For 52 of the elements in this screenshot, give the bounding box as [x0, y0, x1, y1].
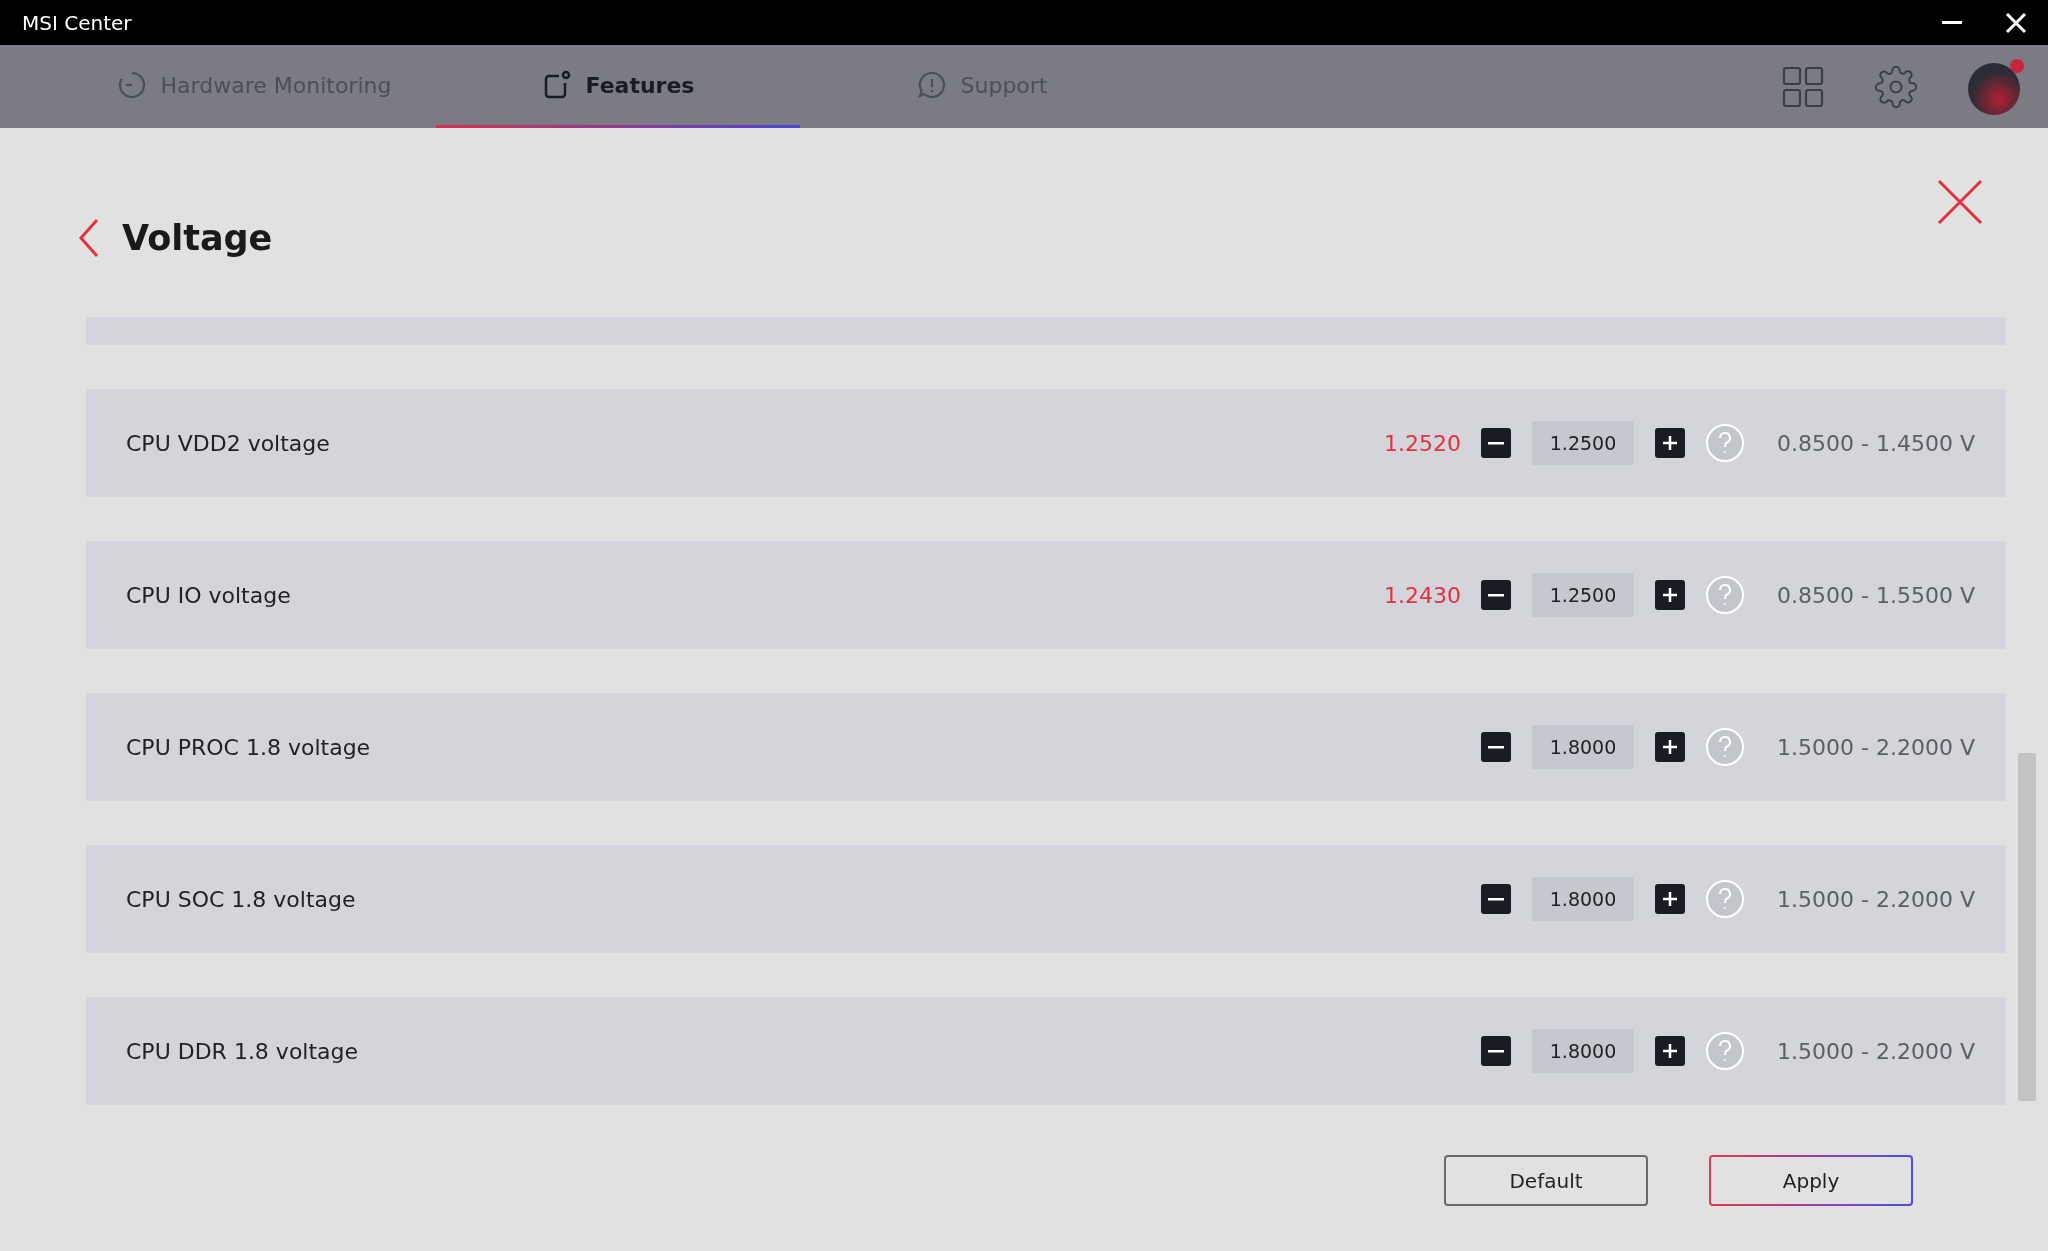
- range-text: 1.5000 - 2.2000 V: [1776, 734, 1975, 760]
- value-field[interactable]: 1.8000: [1532, 725, 1634, 769]
- decrease-button[interactable]: [1481, 732, 1511, 762]
- window-title: MSI Center: [22, 10, 133, 35]
- plus-icon: [1662, 891, 1678, 907]
- page-title: Voltage: [122, 218, 274, 258]
- value-field[interactable]: 1.2500: [1532, 573, 1634, 617]
- decrease-button[interactable]: [1481, 580, 1511, 610]
- minus-icon: [1488, 1049, 1504, 1053]
- plus-icon: [1662, 587, 1678, 603]
- alert-bubble-icon: [916, 70, 947, 100]
- minus-icon: [1488, 897, 1504, 901]
- row-label: CPU VDD2 voltage: [126, 430, 331, 456]
- value-field[interactable]: 1.2500: [1532, 421, 1634, 465]
- plus-icon: [1662, 739, 1678, 755]
- decrease-button[interactable]: [1481, 884, 1511, 914]
- increase-button[interactable]: [1655, 428, 1685, 458]
- current-value: 1.2520: [1384, 430, 1461, 456]
- row-label: CPU SOC 1.8 voltage: [126, 886, 357, 912]
- avatar[interactable]: [1968, 62, 2020, 115]
- timer-icon: [116, 70, 147, 100]
- tab[interactable]: Features: [436, 45, 800, 128]
- settings-icon[interactable]: [1874, 64, 1918, 109]
- decrease-button[interactable]: [1481, 428, 1511, 458]
- decrease-button[interactable]: [1481, 1036, 1511, 1066]
- back-icon[interactable]: [78, 218, 100, 258]
- apply-button[interactable]: Apply: [1709, 1155, 1913, 1206]
- minus-icon: [1488, 441, 1504, 445]
- range-text: 0.8500 - 1.4500 V: [1776, 430, 1975, 456]
- current-value: 1.2430: [1384, 582, 1461, 608]
- range-text: 1.5000 - 2.2000 V: [1776, 886, 1975, 912]
- increase-button[interactable]: [1655, 580, 1685, 610]
- plus-icon: [1662, 435, 1678, 451]
- range-text: 1.5000 - 2.2000 V: [1776, 1038, 1975, 1064]
- minus-icon: [1488, 593, 1504, 597]
- close-icon: [2005, 11, 2027, 34]
- row-label: CPU DDR 1.8 voltage: [126, 1038, 360, 1064]
- value-field[interactable]: 1.8000: [1532, 877, 1634, 921]
- row-label: CPU PROC 1.8 voltage: [126, 734, 372, 760]
- range-text: 0.8500 - 1.5500 V: [1776, 582, 1975, 608]
- minus-icon: [1488, 745, 1504, 749]
- scrollbar-thumb[interactable]: [2018, 753, 2036, 1101]
- plus-icon: [1662, 1043, 1678, 1059]
- increase-button[interactable]: [1655, 732, 1685, 762]
- increase-button[interactable]: [1655, 884, 1685, 914]
- row-label: CPU IO voltage: [126, 582, 292, 608]
- grid-icon[interactable]: [1782, 65, 1824, 108]
- default-button[interactable]: Default: [1444, 1155, 1648, 1206]
- close-icon[interactable]: [1937, 179, 1983, 225]
- increase-button[interactable]: [1655, 1036, 1685, 1066]
- minus-icon: [1942, 21, 1962, 24]
- value-field[interactable]: 1.8000: [1532, 1029, 1634, 1073]
